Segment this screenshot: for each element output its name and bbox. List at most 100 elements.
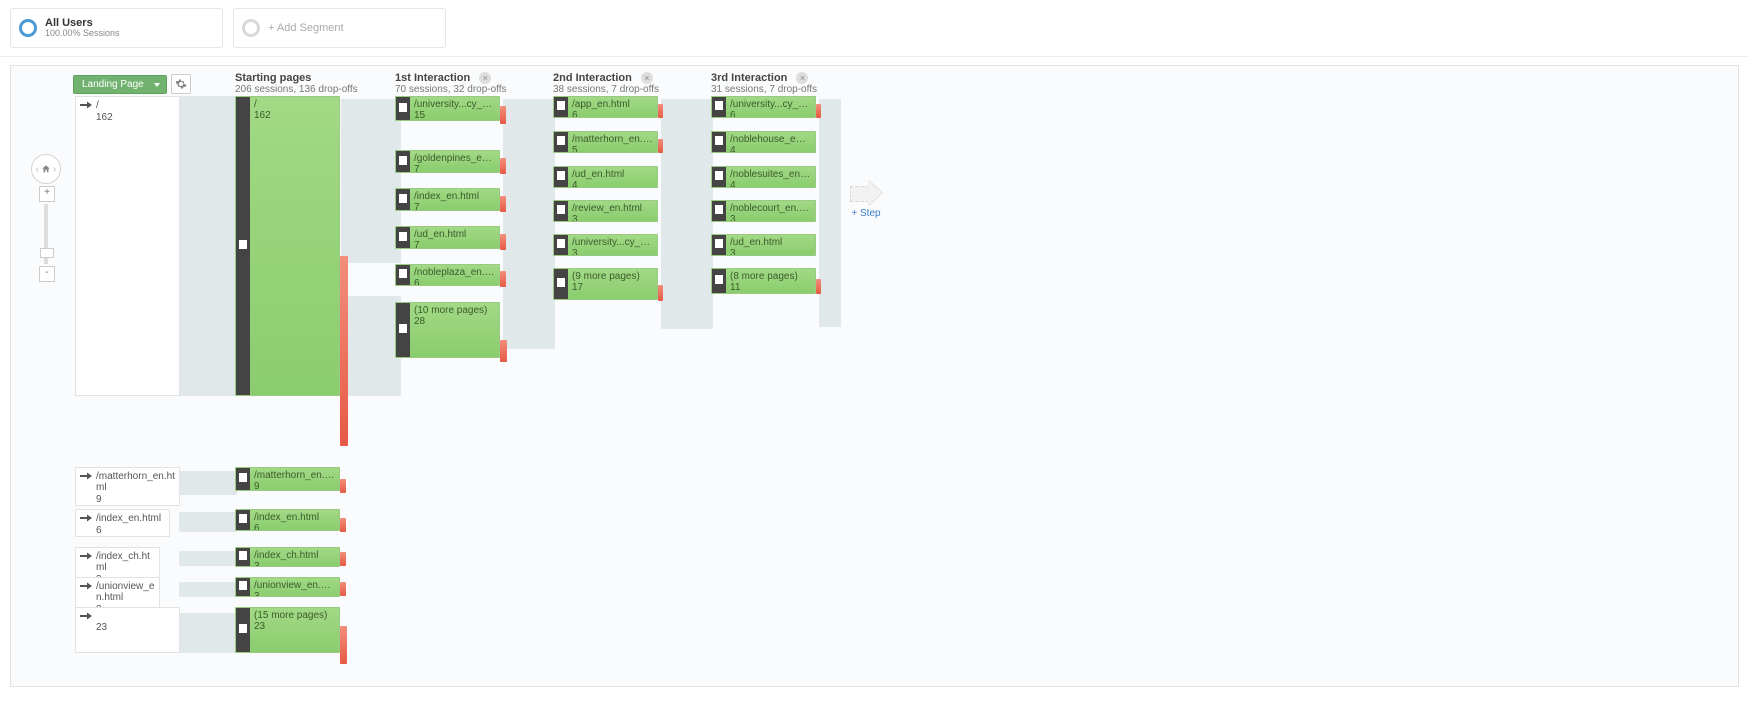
column-title: 3rd Interaction bbox=[711, 72, 787, 84]
remove-step-button[interactable]: × bbox=[796, 72, 808, 84]
page-value: 23 bbox=[254, 621, 327, 632]
page-icon bbox=[554, 201, 568, 221]
page-node[interactable]: /ud_en.html4 bbox=[553, 166, 658, 188]
column-title: Starting pages bbox=[235, 72, 358, 84]
entry-node[interactable]: /matterhorn_en.html 9 bbox=[75, 467, 180, 506]
page-node[interactable]: /ud_en.html7 bbox=[395, 226, 500, 249]
page-label: / bbox=[254, 99, 271, 110]
column-header-starting: Starting pages 206 sessions, 136 drop-of… bbox=[235, 72, 358, 95]
page-node[interactable]: /noblesuites_en.html4 bbox=[711, 166, 816, 188]
page-node[interactable]: /university...cy_en.html3 bbox=[553, 234, 658, 256]
page-icon bbox=[396, 227, 410, 248]
entry-node[interactable]: /index_en.html 6 bbox=[75, 509, 170, 537]
remove-step-button[interactable]: × bbox=[641, 72, 653, 84]
page-node[interactable]: /nobleplaza_en.html6 bbox=[395, 264, 500, 286]
flow-connector bbox=[503, 99, 555, 349]
zoom-handle[interactable] bbox=[40, 248, 54, 258]
entry-label: / bbox=[96, 100, 99, 111]
page-node[interactable]: /ud_en.html3 bbox=[711, 234, 816, 256]
add-step-button[interactable]: + Step bbox=[850, 182, 882, 219]
page-node[interactable]: (15 more pages) 23 bbox=[235, 607, 340, 653]
page-value: 28 bbox=[414, 316, 487, 327]
entry-value: 6 bbox=[96, 525, 102, 536]
column-title: 1st Interaction bbox=[395, 72, 470, 84]
page-node[interactable]: /review_en.html3 bbox=[553, 200, 658, 222]
page-node[interactable]: /index_ch.html 3 bbox=[235, 547, 340, 567]
dropoff-bar bbox=[500, 106, 506, 124]
page-node[interactable]: (8 more pages)11 bbox=[711, 268, 816, 294]
nav-home-button[interactable]: ‹ › bbox=[31, 154, 61, 184]
segment-all-users[interactable]: All Users 100.00% Sessions bbox=[10, 8, 223, 48]
page-node[interactable]: /index_en.html7 bbox=[395, 188, 500, 211]
add-segment-button[interactable]: + Add Segment bbox=[233, 8, 446, 48]
page-node[interactable]: /matterhorn_en.html 9 bbox=[235, 467, 340, 491]
page-icon bbox=[396, 303, 410, 357]
page-node[interactable]: /noblehouse_en.html4 bbox=[711, 131, 816, 153]
page-node[interactable]: /goldenpines_en.html7 bbox=[395, 150, 500, 173]
page-node[interactable]: /university...cy_en.html15 bbox=[395, 96, 500, 121]
page-node[interactable]: (10 more pages)28 bbox=[395, 302, 500, 358]
page-label: (10 more pages) bbox=[414, 305, 487, 316]
page-value: 3 bbox=[572, 248, 653, 255]
page-value: 4 bbox=[730, 145, 811, 152]
page-node[interactable]: /app_en.html6 bbox=[553, 96, 658, 118]
zoom-slider[interactable] bbox=[44, 204, 48, 264]
page-label: /university...cy_en.html bbox=[730, 99, 811, 110]
flow-connector bbox=[341, 99, 401, 263]
gear-icon bbox=[175, 78, 187, 90]
page-label: (9 more pages) bbox=[572, 271, 640, 282]
page-icon bbox=[554, 235, 568, 255]
page-icon bbox=[554, 269, 568, 299]
page-node[interactable]: /unionview_en.html 3 bbox=[235, 577, 340, 597]
entry-node[interactable]: 23 bbox=[75, 607, 180, 653]
flow-connector bbox=[179, 613, 237, 653]
page-node[interactable]: /matterhorn_en.html5 bbox=[553, 131, 658, 153]
settings-button[interactable] bbox=[171, 74, 191, 94]
flow-connector bbox=[819, 99, 841, 327]
column-sub: 38 sessions, 7 drop-offs bbox=[553, 84, 659, 95]
dropoff-bar bbox=[500, 158, 506, 174]
dropoff-bar bbox=[340, 582, 346, 596]
page-value: 162 bbox=[254, 110, 271, 121]
page-value: 6 bbox=[730, 110, 811, 117]
page-value: 3 bbox=[730, 248, 782, 255]
page-label: /matterhorn_en.html bbox=[254, 470, 335, 481]
flow-connector bbox=[179, 551, 237, 566]
segment-sub: 100.00% Sessions bbox=[45, 29, 120, 39]
page-label: /nobleplaza_en.html bbox=[414, 267, 495, 278]
page-label: /ud_en.html bbox=[730, 237, 782, 248]
page-icon bbox=[554, 132, 568, 152]
zoom-control: + - bbox=[39, 186, 53, 282]
dropoff-bar bbox=[658, 139, 663, 153]
page-node[interactable]: (9 more pages)17 bbox=[553, 268, 658, 300]
dropoff-bar bbox=[340, 256, 348, 446]
flow-connector bbox=[179, 582, 237, 597]
arrow-right-icon bbox=[850, 182, 882, 204]
entry-label: /index_ch.html bbox=[96, 551, 155, 573]
remove-step-button[interactable]: × bbox=[479, 72, 491, 84]
entry-arrow-icon bbox=[80, 471, 92, 481]
page-icon bbox=[712, 97, 726, 117]
chevron-left-icon: ‹ bbox=[36, 164, 39, 175]
page-node[interactable]: /noblecourt_en.html3 bbox=[711, 200, 816, 222]
page-node[interactable]: /index_en.html 6 bbox=[235, 509, 340, 531]
page-icon bbox=[396, 151, 410, 172]
page-label: /goldenpines_en.html bbox=[414, 153, 495, 164]
dropoff-bar bbox=[340, 552, 346, 566]
dimension-select[interactable]: Landing Page bbox=[73, 75, 167, 94]
page-node[interactable]: /university...cy_en.html6 bbox=[711, 96, 816, 118]
entry-node[interactable]: / 162 bbox=[75, 96, 180, 396]
zoom-in-button[interactable]: + bbox=[39, 186, 55, 202]
entry-arrow-icon bbox=[80, 581, 92, 591]
page-label: /index_en.html bbox=[414, 191, 479, 202]
page-node[interactable]: / 162 bbox=[235, 96, 340, 396]
page-label: /university...cy_en.html bbox=[572, 237, 653, 248]
home-icon bbox=[41, 164, 51, 174]
page-value: 7 bbox=[414, 240, 466, 248]
page-value: 5 bbox=[572, 145, 653, 152]
segment-placeholder-icon bbox=[242, 19, 260, 37]
flow-connector bbox=[179, 471, 237, 495]
zoom-out-button[interactable]: - bbox=[39, 266, 55, 282]
entry-label: /matterhorn_en.html bbox=[96, 471, 175, 493]
dropoff-bar bbox=[340, 479, 346, 493]
